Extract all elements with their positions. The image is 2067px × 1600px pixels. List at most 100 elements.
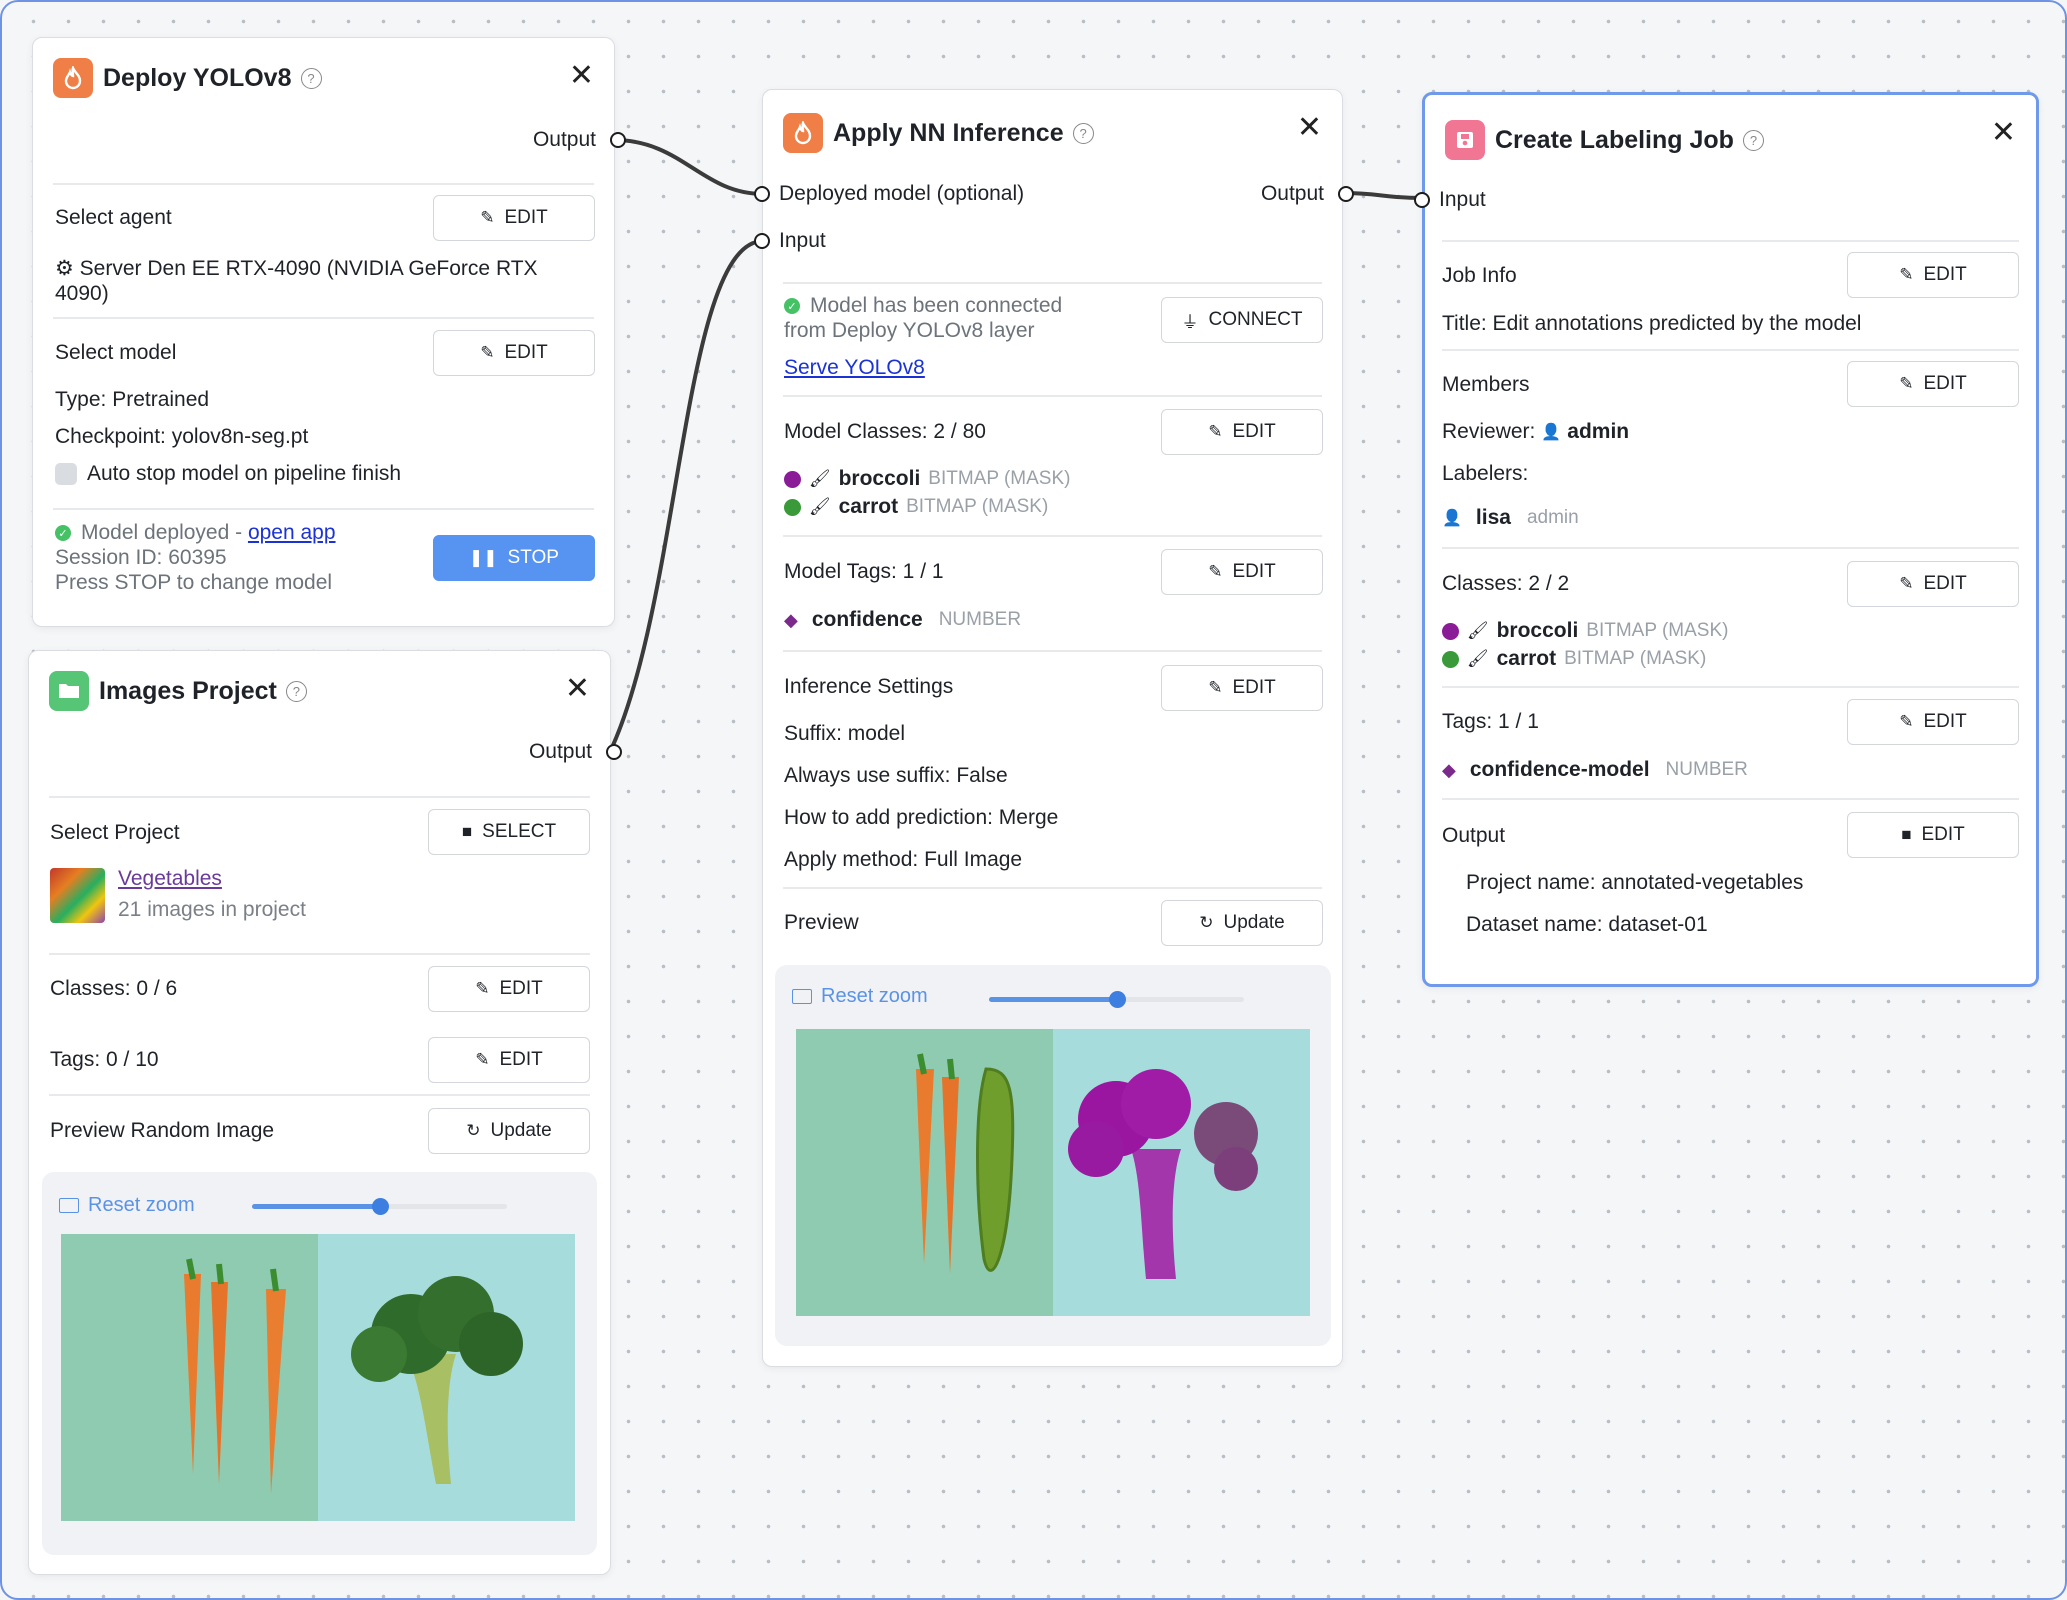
model-classes-count: Model Classes: 2 / 80	[784, 420, 986, 443]
input-port-handle[interactable]	[754, 233, 770, 249]
output-port[interactable]: Output	[533, 128, 626, 152]
edit-model-tags-button[interactable]: ✎ EDIT	[1161, 549, 1323, 595]
help-icon[interactable]: ?	[285, 680, 307, 702]
close-icon[interactable]: ✕	[1991, 115, 2016, 151]
output-port-handle[interactable]	[610, 132, 626, 148]
inference-settings-label: Inference Settings	[784, 675, 954, 698]
apply-nn-inference-node[interactable]: Apply NN Inference ? ✕ Deployed model (o…	[754, 89, 1354, 1367]
status-text: Model deployed -	[81, 521, 248, 544]
image-icon	[59, 1198, 79, 1213]
class-color-dot	[784, 470, 801, 488]
class-item-carrot: 🖌 carrot BITMAP (MASK)	[784, 495, 1048, 519]
refresh-icon: ↻	[466, 1121, 481, 1140]
deploy-yolov8-node[interactable]: Deploy YOLOv8 ? ✕ Output Select agent ✎ E…	[32, 37, 626, 627]
node-title: Apply NN Inference	[833, 118, 1064, 147]
edit-classes-button[interactable]: ✎ EDIT	[428, 966, 590, 1012]
close-icon[interactable]: ✕	[565, 671, 590, 707]
output-port[interactable]: Output	[529, 740, 622, 764]
edit-tags-button[interactable]: ✎ EDIT	[428, 1037, 590, 1083]
reset-zoom-label: Reset zoom	[821, 985, 928, 1007]
stop-button[interactable]: ❚❚ STOP	[433, 535, 595, 581]
inference-preview-image	[796, 1029, 1310, 1316]
zoom-slider[interactable]	[252, 1198, 507, 1215]
class-name: broccoli	[838, 467, 921, 490]
close-icon[interactable]: ✕	[569, 58, 594, 94]
stop-hint: Press STOP to change model	[55, 571, 333, 594]
edit-output-button[interactable]: ■ EDIT	[1847, 812, 2019, 858]
deployed-model-port[interactable]: Deployed model (optional)	[754, 182, 1024, 206]
zoom-slider-knob[interactable]	[1108, 991, 1126, 1008]
user-icon: 👤	[1442, 510, 1462, 527]
input-port-handle[interactable]	[1414, 192, 1430, 208]
select-project-button[interactable]: ■ SELECT	[428, 809, 590, 855]
auto-stop-checkbox[interactable]	[55, 463, 77, 485]
check-icon: ✓	[55, 525, 71, 542]
input-port-handle[interactable]	[754, 186, 770, 202]
reset-zoom-button[interactable]: Reset zoom	[59, 1194, 195, 1217]
inference-preview-panel: Reset zoom	[775, 965, 1331, 1346]
classes-count: Classes: 0 / 6	[50, 977, 178, 1000]
reviewer-row: Reviewer: 👤 admin	[1442, 420, 1629, 444]
input-port-label: Input	[1439, 188, 1486, 211]
flame-icon	[53, 58, 93, 98]
serve-yolov8-link[interactable]: Serve YOLOv8	[784, 356, 925, 380]
labeler-row: 👤 lisa admin	[1442, 506, 1579, 530]
open-app-link[interactable]: open app	[248, 521, 336, 544]
zoom-slider[interactable]	[989, 991, 1244, 1008]
setting-add-prediction: How to add prediction: Merge	[784, 806, 1059, 829]
button-label: EDIT	[1232, 561, 1276, 582]
connected-message: ✓ Model has been connected	[784, 294, 1062, 318]
brush-icon: 🖌	[1467, 621, 1489, 640]
pipeline-canvas[interactable]: Deploy YOLOv8 ? ✕ Output Select agent ✎ E…	[0, 0, 2067, 1600]
output-port-handle[interactable]	[606, 744, 622, 760]
update-preview-button[interactable]: ↻ Update	[428, 1108, 590, 1154]
button-label: EDIT	[499, 1049, 543, 1070]
help-icon[interactable]: ?	[1072, 122, 1094, 144]
input-port[interactable]: Input	[754, 229, 826, 253]
select-agent-label: Select agent	[55, 206, 172, 229]
edit-model-classes-button[interactable]: ✎ EDIT	[1161, 409, 1323, 455]
edit-job-info-button[interactable]: ✎ EDIT	[1847, 252, 2019, 298]
edit-tags-button[interactable]: ✎ EDIT	[1847, 699, 2019, 745]
model-type: Type: Pretrained	[55, 388, 210, 411]
brush-icon: 🖌	[1467, 649, 1489, 668]
edit-model-button[interactable]: ✎ EDIT	[433, 330, 595, 376]
pencil-icon: ✎	[1899, 712, 1914, 731]
edit-classes-button[interactable]: ✎ EDIT	[1847, 561, 2019, 607]
project-link[interactable]: Vegetables	[118, 867, 222, 891]
button-label: EDIT	[1921, 824, 1965, 845]
button-label: EDIT	[1923, 373, 1967, 394]
button-label: Update	[1223, 912, 1285, 933]
class-shape: BITMAP (MASK)	[1564, 648, 1707, 669]
class-shape: BITMAP (MASK)	[928, 468, 1071, 489]
edit-members-button[interactable]: ✎ EDIT	[1847, 361, 2019, 407]
pencil-icon: ✎	[1899, 265, 1914, 284]
zoom-slider-knob[interactable]	[371, 1198, 389, 1215]
reset-zoom-button[interactable]: Reset zoom	[792, 985, 928, 1008]
button-label: EDIT	[1232, 421, 1276, 442]
input-port[interactable]: Input	[1414, 188, 1486, 212]
create-labeling-job-node[interactable]: Create Labeling Job ? ✕ Input Job Info ✎…	[1414, 92, 2039, 987]
project-thumbnail	[50, 868, 105, 923]
refresh-icon: ↻	[1199, 913, 1214, 932]
input-port-label: Input	[779, 229, 826, 252]
edit-inference-settings-button[interactable]: ✎ EDIT	[1161, 665, 1323, 711]
session-id: Session ID: 60395	[55, 546, 227, 569]
help-icon[interactable]: ?	[1742, 129, 1764, 151]
button-label: EDIT	[504, 342, 548, 363]
deploy-status: ✓ Model deployed - open app	[55, 521, 336, 545]
images-project-node[interactable]: Images Project ? ✕ Output Select Project…	[28, 650, 622, 1575]
close-icon[interactable]: ✕	[1297, 110, 1322, 146]
tag-type: NUMBER	[1665, 759, 1748, 780]
update-preview-button[interactable]: ↻ Update	[1161, 900, 1323, 946]
edit-agent-button[interactable]: ✎ EDIT	[433, 195, 595, 241]
auto-stop-checkbox-row[interactable]: Auto stop model on pipeline finish	[55, 462, 401, 486]
button-label: EDIT	[504, 207, 548, 228]
help-icon[interactable]: ?	[300, 67, 322, 89]
connect-button[interactable]: ⏚ CONNECT	[1161, 297, 1323, 343]
pencil-icon: ✎	[1208, 562, 1223, 581]
job-info-label: Job Info	[1442, 264, 1517, 287]
output-port[interactable]: Output	[1261, 182, 1354, 206]
output-port-handle[interactable]	[1338, 186, 1354, 202]
preview-image	[61, 1234, 575, 1521]
